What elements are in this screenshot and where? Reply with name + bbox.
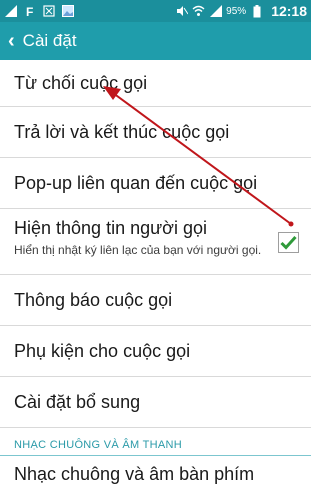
setting-label: Phụ kiện cho cuộc gọi <box>14 340 191 361</box>
back-button[interactable]: ‹ Cài đặt <box>8 31 77 51</box>
checkmark-icon <box>280 235 297 250</box>
show-caller-info-checkbox[interactable] <box>278 232 299 253</box>
clock: 12:18 <box>271 3 307 19</box>
signal-icon <box>4 5 17 18</box>
setting-label: Thông báo cuộc gọi <box>14 289 173 310</box>
wifi-icon <box>192 5 205 18</box>
setting-label: Pop-up liên quan đến cuộc gọi <box>14 172 258 193</box>
setting-label: Nhạc chuông và âm bàn phím <box>14 464 255 484</box>
mute-icon <box>175 5 188 18</box>
svg-text:F: F <box>26 5 33 17</box>
setting-additional[interactable]: Cài đặt bổ sung <box>0 377 311 428</box>
setting-call-accessories[interactable]: Phụ kiện cho cuộc gọi <box>0 326 311 377</box>
setting-call-rejection[interactable]: Từ chối cuộc gọi <box>0 60 311 107</box>
setting-answer-end-calls[interactable]: Trả lời và kết thúc cuộc gọi <box>0 107 311 158</box>
setting-show-caller-info[interactable]: Hiện thông tin người gọi Hiển thị nhật k… <box>0 209 311 275</box>
setting-call-popup[interactable]: Pop-up liên quan đến cuộc gọi <box>0 158 311 209</box>
chevron-left-icon: ‹ <box>8 30 15 52</box>
setting-call-notifications[interactable]: Thông báo cuộc gọi <box>0 275 311 326</box>
setting-label: Cài đặt bổ sung <box>14 391 141 412</box>
excel-icon <box>42 5 55 18</box>
status-bar: F 95% 12:18 <box>0 0 311 22</box>
setting-ringtone-keytones[interactable]: Nhạc chuông và âm bàn phím <box>0 456 311 492</box>
image-icon <box>61 5 74 18</box>
setting-label: Từ chối cuộc gọi <box>14 72 148 93</box>
facebook-icon: F <box>23 5 36 18</box>
page-title: Cài đặt <box>22 31 77 50</box>
setting-description: Hiển thị nhật ký liên lạc của bạn với ng… <box>14 243 262 257</box>
cellular-icon <box>209 5 222 18</box>
settings-list: Từ chối cuộc gọi Trả lời và kết thúc cuộ… <box>0 60 311 492</box>
section-header-ringtones: NHẠC CHUÔNG VÀ ÂM THANH <box>0 428 311 456</box>
action-bar: ‹ Cài đặt <box>0 22 311 60</box>
setting-label: Hiện thông tin người gọi <box>14 218 207 238</box>
battery-percent: 95% <box>226 5 247 17</box>
setting-label: Trả lời và kết thúc cuộc gọi <box>14 121 230 142</box>
battery-icon <box>250 4 263 18</box>
